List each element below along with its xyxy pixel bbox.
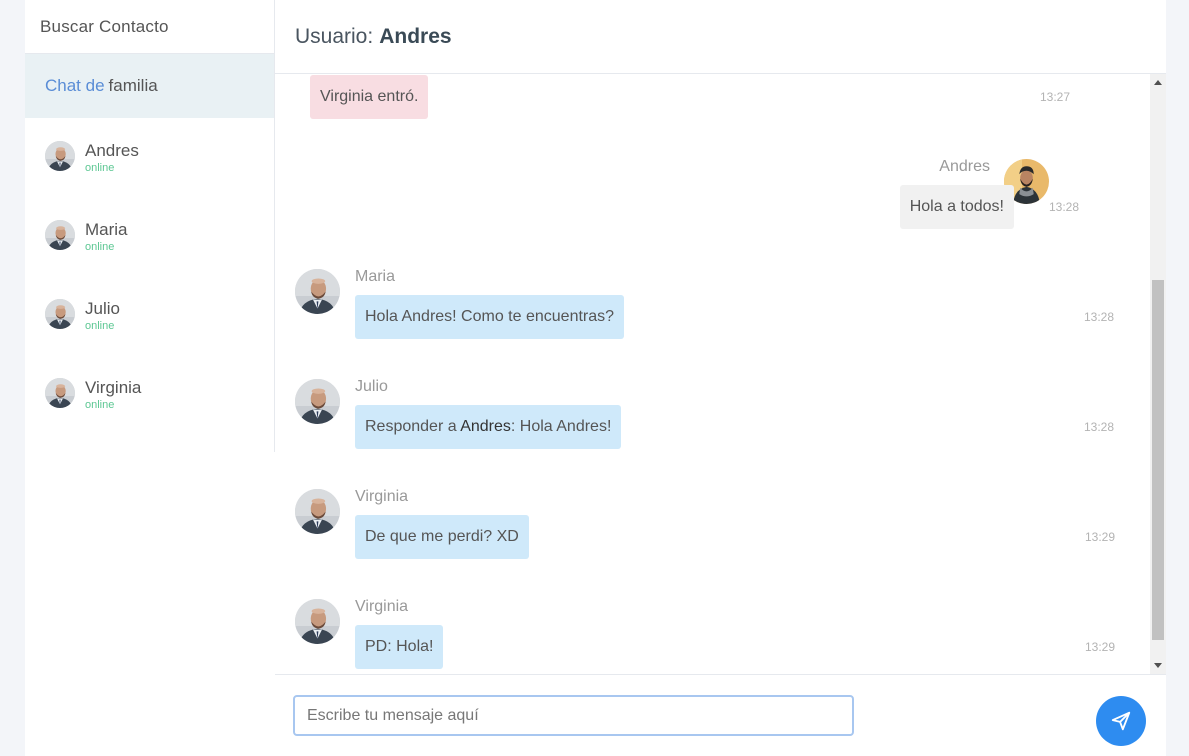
message-sender: Virginia [355, 488, 409, 505]
contact-name: Andres [85, 140, 139, 160]
message-sender: Maria [355, 268, 396, 285]
contacts-sidebar: Buscar Contacto Chat de familia Andres o… [25, 0, 275, 452]
search-contact-button[interactable]: Buscar Contacto [25, 0, 274, 54]
chat-app: Buscar Contacto Chat de familia Andres o… [25, 0, 1166, 756]
composer [275, 674, 1166, 756]
message-bubble: De que me perdi? XD [355, 515, 529, 559]
contact-status: online [85, 398, 115, 411]
contact-name: Maria [85, 219, 128, 239]
avatar [295, 599, 340, 644]
avatar [45, 220, 75, 250]
contact-status: online [85, 319, 115, 332]
contact-list: Andres online Maria online Julio online [25, 118, 274, 434]
message-time: 13:27 [1040, 90, 1071, 104]
contact-item-julio[interactable]: Julio online [25, 276, 274, 355]
scrollbar-thumb[interactable] [1152, 280, 1164, 640]
avatar [45, 299, 75, 329]
own-message-bubble: Hola a todos! [899, 185, 1014, 229]
message-sender: Virginia [355, 598, 409, 615]
message-time: 13:28 [1049, 200, 1080, 214]
current-user-name: Andres [379, 24, 452, 48]
message-scrollbar[interactable] [1150, 74, 1166, 674]
group-chat-item[interactable]: Chat de familia [25, 54, 274, 118]
scroll-up-icon[interactable] [1154, 80, 1162, 85]
reply-prefix: Responder a [365, 418, 457, 435]
chat-header: Usuario: Andres [275, 0, 1166, 74]
message-input[interactable] [293, 695, 854, 736]
contact-item-andres[interactable]: Andres online [25, 118, 274, 197]
message-list: Virginia entró. 13:27 Andres Hola a todo… [275, 74, 1166, 674]
system-message: Virginia entró. [310, 75, 429, 119]
avatar [295, 269, 340, 314]
reply-message-bubble: Responder a Andres: Hola Andres! [355, 405, 622, 449]
message-sender: Julio [355, 378, 388, 395]
group-chat-prefix: Chat de [45, 76, 105, 95]
message-bubble: PD: Hola! [355, 625, 444, 669]
message-time: 13:28 [1084, 420, 1115, 434]
message-sender: Andres [939, 158, 990, 175]
avatar [295, 379, 340, 424]
contact-status: online [85, 161, 115, 174]
reply-text: : Hola Andres! [510, 418, 612, 435]
avatar [295, 489, 340, 534]
avatar [45, 141, 75, 171]
contact-status: online [85, 240, 115, 253]
message-bubble: Hola Andres! Como te encuentras? [355, 295, 625, 339]
message-time: 13:28 [1084, 310, 1115, 324]
search-contact-label: Buscar Contacto [40, 16, 169, 36]
current-user-label: Usuario: [295, 24, 374, 48]
group-chat-name: familia [108, 76, 158, 95]
reply-mention[interactable]: Andres [460, 418, 511, 435]
send-button[interactable] [1096, 696, 1146, 746]
contact-item-maria[interactable]: Maria online [25, 197, 274, 276]
scroll-down-icon[interactable] [1154, 663, 1162, 668]
contact-name: Virginia [85, 377, 142, 397]
contact-name: Julio [85, 298, 120, 318]
avatar [45, 378, 75, 408]
contact-item-virginia[interactable]: Virginia online [25, 355, 274, 434]
message-time: 13:29 [1085, 530, 1116, 544]
message-time: 13:29 [1085, 640, 1116, 654]
send-icon [1111, 711, 1131, 731]
